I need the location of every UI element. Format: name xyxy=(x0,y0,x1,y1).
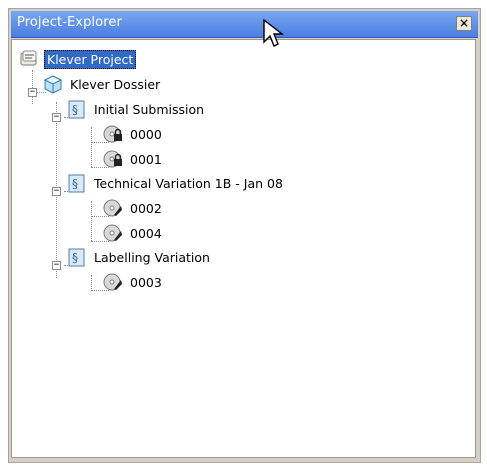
cube-icon xyxy=(43,75,63,94)
collapse-toggle[interactable]: − xyxy=(52,261,61,270)
disc-icon xyxy=(103,224,122,242)
collapse-toggle[interactable]: − xyxy=(52,113,61,122)
tree-node-label[interactable]: 0003 xyxy=(128,274,164,291)
collapse-toggle[interactable]: − xyxy=(28,88,37,97)
tree-node-submission[interactable]: 0002 xyxy=(102,197,164,219)
locked-disc-icon xyxy=(103,125,122,143)
project-icon xyxy=(20,50,37,66)
tree-node-group[interactable]: § Technical Variation 1B - Jan 08 xyxy=(66,172,285,194)
tree-node-submission[interactable]: 0000 xyxy=(102,123,164,145)
tree-node-label[interactable]: 0004 xyxy=(128,225,164,242)
tree-node-submission[interactable]: 0004 xyxy=(102,222,164,244)
tree-connector xyxy=(91,127,92,167)
disc-icon xyxy=(103,273,122,291)
project-tree[interactable]: − − − − Klever Project Klever Dossier § … xyxy=(11,39,476,458)
tree-node-label[interactable]: Klever Project xyxy=(44,49,137,69)
collapse-toggle[interactable]: − xyxy=(52,187,61,196)
tree-connector xyxy=(91,201,92,241)
section-document-icon: § xyxy=(68,174,85,193)
tree-node-label[interactable]: 0002 xyxy=(128,200,164,217)
mouse-cursor-icon xyxy=(263,18,284,47)
tree-node-label[interactable]: Technical Variation 1B - Jan 08 xyxy=(92,175,285,192)
svg-text:§: § xyxy=(72,251,78,265)
tree-node-group[interactable]: § Labelling Variation xyxy=(66,246,212,268)
svg-text:§: § xyxy=(72,177,78,191)
tree-connector xyxy=(91,275,92,291)
section-document-icon: § xyxy=(68,248,85,267)
tree-node-label[interactable]: Klever Dossier xyxy=(68,76,162,93)
tree-node-submission[interactable]: 0003 xyxy=(102,271,164,293)
section-document-icon: § xyxy=(68,100,85,119)
tree-node-group[interactable]: § Initial Submission xyxy=(66,98,206,120)
tree-node-submission[interactable]: 0001 xyxy=(102,148,164,170)
locked-disc-icon xyxy=(103,150,122,168)
tree-node-dossier[interactable]: Klever Dossier xyxy=(42,73,162,95)
tree-node-label[interactable]: Labelling Variation xyxy=(92,249,212,266)
title-bar[interactable]: Project-Explorer × xyxy=(11,11,478,38)
panel-title: Project-Explorer xyxy=(17,15,122,30)
tree-node-label[interactable]: 0001 xyxy=(128,151,164,168)
tree-node-label[interactable]: Initial Submission xyxy=(92,101,206,118)
tree-node-label[interactable]: 0000 xyxy=(128,126,164,143)
close-button[interactable]: × xyxy=(456,16,472,31)
close-icon: × xyxy=(458,16,470,30)
disc-icon xyxy=(103,199,122,217)
project-explorer-panel: Project-Explorer × − − − − Klever Projec… xyxy=(8,8,481,463)
svg-text:§: § xyxy=(72,103,78,117)
tree-node-root[interactable]: Klever Project xyxy=(18,48,137,70)
